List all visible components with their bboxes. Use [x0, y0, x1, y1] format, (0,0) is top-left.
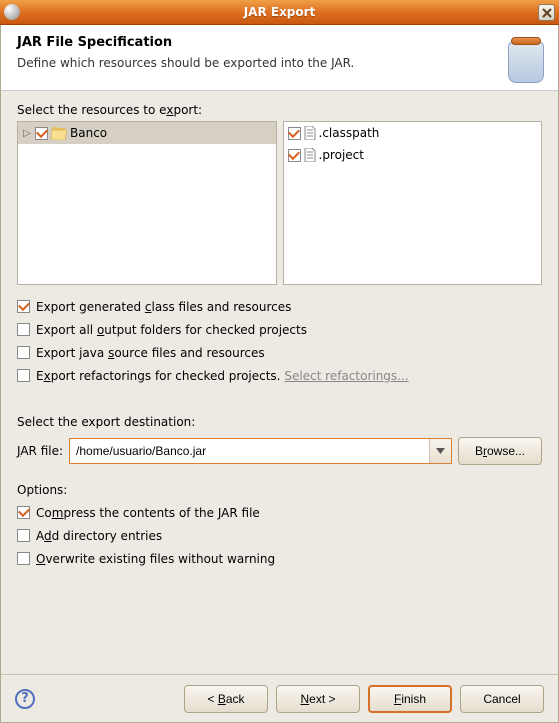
checkbox[interactable]	[17, 529, 30, 542]
chevron-down-icon	[436, 448, 445, 454]
opt-export-output[interactable]: Export all output folders for checked pr…	[17, 318, 542, 341]
options-label: Options:	[17, 483, 542, 497]
option-label: Compress the contents of the JAR file	[36, 506, 260, 520]
opt-compress[interactable]: Compress the contents of the JAR file	[17, 501, 542, 524]
checkbox[interactable]	[17, 323, 30, 336]
checkbox[interactable]	[17, 552, 30, 565]
opt-overwrite[interactable]: Overwrite existing files without warning	[17, 547, 542, 570]
titlebar: JAR Export	[0, 0, 559, 25]
option-label: Export java source files and resources	[36, 346, 265, 360]
jar-file-label: JAR file:	[17, 444, 63, 458]
next-button[interactable]: Next >	[276, 685, 360, 713]
file-icon	[304, 126, 316, 140]
app-icon	[4, 4, 20, 20]
option-label: Export refactorings for checked projects…	[36, 369, 409, 383]
option-label: Add directory entries	[36, 529, 162, 543]
folder-open-icon	[51, 127, 67, 140]
dropdown-button[interactable]	[429, 439, 451, 463]
checkbox-project[interactable]	[288, 149, 301, 162]
projects-tree[interactable]: ▷ Banco	[17, 121, 277, 285]
page-subtitle: Define which resources should be exporte…	[17, 56, 542, 70]
checkbox-banco[interactable]	[35, 127, 48, 140]
opt-export-refactorings[interactable]: Export refactorings for checked projects…	[17, 364, 542, 387]
option-label: Overwrite existing files without warning	[36, 552, 275, 566]
tree-item-project[interactable]: .project	[284, 144, 542, 166]
tree-item-label: Banco	[70, 126, 107, 140]
opt-export-source[interactable]: Export java source files and resources	[17, 341, 542, 364]
finish-button[interactable]: Finish	[368, 685, 452, 713]
jar-file-input[interactable]	[70, 439, 429, 463]
checkbox[interactable]	[17, 506, 30, 519]
checkbox-classpath[interactable]	[288, 127, 301, 140]
tree-item-label: .project	[319, 148, 364, 162]
files-tree[interactable]: .classpath .project	[283, 121, 543, 285]
opt-add-dirs[interactable]: Add directory entries	[17, 524, 542, 547]
destination-label: Select the export destination:	[17, 415, 542, 429]
close-button[interactable]	[538, 4, 555, 21]
wizard-header: JAR File Specification Define which reso…	[1, 25, 558, 91]
tree-item-label: .classpath	[319, 126, 380, 140]
checkbox[interactable]	[17, 346, 30, 359]
expand-icon[interactable]: ▷	[22, 128, 32, 139]
checkbox[interactable]	[17, 369, 30, 382]
checkbox[interactable]	[17, 300, 30, 313]
tree-item-banco[interactable]: ▷ Banco	[18, 122, 276, 144]
jar-file-combo[interactable]	[69, 438, 452, 464]
option-label: Export generated class files and resourc…	[36, 300, 291, 314]
resources-label: Select the resources to export:	[17, 103, 542, 117]
option-label: Export all output folders for checked pr…	[36, 323, 307, 337]
page-title: JAR File Specification	[17, 35, 542, 50]
cancel-button[interactable]: Cancel	[460, 685, 544, 713]
opt-export-generated[interactable]: Export generated class files and resourc…	[17, 295, 542, 318]
select-refactorings-link: Select refactorings...	[284, 369, 408, 383]
wizard-footer: ? < Back Next > Finish Cancel	[1, 674, 558, 722]
file-icon	[304, 148, 316, 162]
jar-icon	[494, 33, 548, 85]
window-title: JAR Export	[244, 5, 316, 19]
tree-item-classpath[interactable]: .classpath	[284, 122, 542, 144]
help-icon[interactable]: ?	[15, 689, 35, 709]
browse-button[interactable]: Browse...	[458, 437, 542, 465]
back-button[interactable]: < Back	[184, 685, 268, 713]
